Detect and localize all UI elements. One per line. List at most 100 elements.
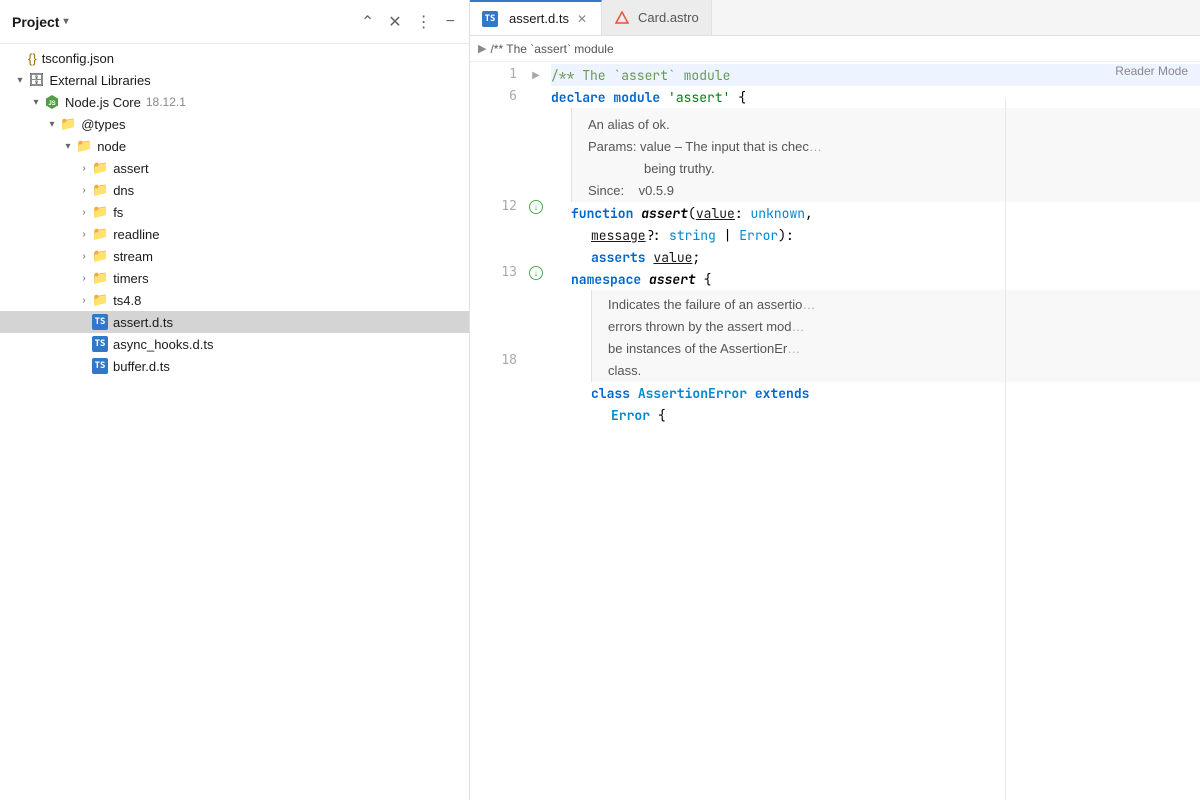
reader-mode-button[interactable]: Reader Mode bbox=[1115, 64, 1188, 78]
doc-line: be instances of the AssertionEr… bbox=[608, 338, 1184, 360]
sidebar: Project ▾ ⌃ ✕ ⋮ − {} tsconfig.json 🗄 Ext bbox=[0, 0, 470, 800]
collapse-icon bbox=[76, 163, 92, 174]
code-function-name: assert bbox=[641, 205, 688, 222]
sidebar-item-async-hooks[interactable]: TS async_hooks.d.ts bbox=[0, 333, 469, 355]
sidebar-item-assert-folder[interactable]: 📁 assert bbox=[0, 157, 469, 179]
sidebar-title: Project ▾ bbox=[12, 14, 69, 30]
expand-icon bbox=[60, 141, 76, 152]
code-column: Reader Mode /** The `assert` module decl… bbox=[547, 62, 1200, 800]
line-num-blank bbox=[470, 108, 517, 130]
close-sidebar-button[interactable]: ✕ bbox=[386, 10, 403, 34]
sidebar-item-timers[interactable]: 📁 timers bbox=[0, 267, 469, 289]
line-num: 13 bbox=[470, 262, 517, 284]
code-keyword: declare bbox=[551, 89, 606, 106]
doc-line: errors thrown by the assert mod… bbox=[608, 316, 1184, 338]
sidebar-item-node[interactable]: 📁 node bbox=[0, 135, 469, 157]
tab-assert[interactable]: TS assert.d.ts ✕ bbox=[470, 0, 602, 35]
main-content: TS assert.d.ts ✕ Card.astro ▶ /** The `a… bbox=[470, 0, 1200, 800]
code-param: message bbox=[591, 227, 646, 244]
sidebar-item-nodejs-core[interactable]: JS Node.js Core 18.12.1 bbox=[0, 91, 469, 113]
fold-arrow-icon[interactable]: ▶ bbox=[532, 70, 540, 81]
sidebar-item-fs[interactable]: 📁 fs bbox=[0, 201, 469, 223]
more-options-button[interactable]: ⋮ bbox=[414, 10, 434, 34]
collapse-icon bbox=[76, 251, 92, 262]
sidebar-item-ts48[interactable]: 📁 ts4.8 bbox=[0, 289, 469, 311]
code-param: value bbox=[653, 249, 692, 266]
code-class-name: AssertionError bbox=[638, 385, 747, 402]
tab-close-button[interactable]: ✕ bbox=[575, 11, 589, 27]
minimize-button[interactable]: − bbox=[444, 11, 457, 33]
breadcrumb-text: /** The `assert` module bbox=[490, 42, 613, 56]
gutter-column: ▶ ↓ ↓ bbox=[525, 62, 547, 800]
collapse-icon bbox=[76, 295, 92, 306]
code-line-12b: message ?: string | Error ): bbox=[551, 224, 1200, 246]
fold-icon[interactable]: ↓ bbox=[529, 266, 543, 280]
gutter-empty bbox=[525, 174, 547, 196]
code-class-name: Error bbox=[611, 407, 650, 424]
folder-icon: 📁 bbox=[92, 204, 108, 220]
sidebar-item-assert-dts[interactable]: TS assert.d.ts bbox=[0, 311, 469, 333]
code-line-12: function assert ( value : unknown , bbox=[551, 202, 1200, 224]
gutter-fold-13[interactable]: ↓ bbox=[525, 262, 547, 284]
external-libs-icon: 🗄 bbox=[28, 72, 45, 88]
expand-icon bbox=[12, 75, 28, 86]
sidebar-item-external-libraries[interactable]: 🗄 External Libraries bbox=[0, 69, 469, 91]
gutter-empty bbox=[525, 372, 547, 394]
gutter-empty bbox=[525, 218, 547, 240]
tab-label: assert.d.ts bbox=[509, 11, 569, 26]
sidebar-item-label: async_hooks.d.ts bbox=[113, 337, 213, 352]
folder-icon: 📁 bbox=[60, 116, 76, 132]
folder-icon: 📁 bbox=[92, 292, 108, 308]
breadcrumb-bar: ▶ /** The `assert` module bbox=[470, 36, 1200, 62]
project-chevron-icon: ▾ bbox=[63, 16, 68, 27]
doc-line: Indicates the failure of an assertio… bbox=[608, 294, 1184, 316]
ts-icon: TS bbox=[92, 314, 108, 330]
nodejs-icon: JS bbox=[44, 94, 60, 110]
tab-card-astro[interactable]: Card.astro bbox=[602, 0, 712, 35]
line-num-blank bbox=[470, 130, 517, 152]
gutter-empty bbox=[525, 130, 547, 152]
code-comment: /** The `assert` module bbox=[551, 67, 730, 84]
folder-icon: 📁 bbox=[92, 270, 108, 286]
code-keyword: function bbox=[571, 205, 633, 222]
line-num-blank bbox=[470, 306, 517, 328]
collapse-icon bbox=[76, 207, 92, 218]
gutter-empty bbox=[525, 86, 547, 108]
sidebar-item-stream[interactable]: 📁 stream bbox=[0, 245, 469, 267]
fold-icon[interactable]: ↓ bbox=[529, 200, 543, 214]
folder-icon: 📁 bbox=[92, 160, 108, 176]
sidebar-content: {} tsconfig.json 🗄 External Libraries JS bbox=[0, 44, 469, 800]
sidebar-item-readline[interactable]: 📁 readline bbox=[0, 223, 469, 245]
folder-icon: 📁 bbox=[76, 138, 92, 154]
sidebar-item-label: buffer.d.ts bbox=[113, 359, 170, 374]
astro-icon bbox=[614, 10, 630, 26]
gutter-arrow-1[interactable]: ▶ bbox=[525, 64, 547, 86]
code-type: Error bbox=[739, 227, 778, 244]
sidebar-item-dns[interactable]: 📁 dns bbox=[0, 179, 469, 201]
code-string: 'assert' bbox=[668, 89, 730, 106]
gutter-fold-12[interactable]: ↓ bbox=[525, 196, 547, 218]
sidebar-item-label: dns bbox=[113, 183, 134, 198]
code-type: string bbox=[669, 227, 716, 244]
line-num-blank bbox=[470, 284, 517, 306]
sidebar-item-label: Node.js Core bbox=[65, 95, 141, 110]
code-type: unknown bbox=[750, 205, 805, 222]
line-num-blank bbox=[470, 218, 517, 240]
gutter-empty bbox=[525, 284, 547, 306]
doc-line: Since: v0.5.9 bbox=[588, 180, 1184, 202]
gutter-empty bbox=[525, 240, 547, 262]
line-num: 18 bbox=[470, 350, 517, 372]
line-numbers-column: 1 6 12 13 18 bbox=[470, 62, 525, 800]
sidebar-item-label: timers bbox=[113, 271, 148, 286]
sidebar-item-buffer[interactable]: TS buffer.d.ts bbox=[0, 355, 469, 377]
doc-line: class. bbox=[608, 360, 1184, 382]
collapse-all-button[interactable]: ⌃ bbox=[359, 10, 376, 34]
sidebar-item-types[interactable]: 📁 @types bbox=[0, 113, 469, 135]
line-num-blank bbox=[470, 328, 517, 350]
ts-icon: TS bbox=[92, 336, 108, 352]
sidebar-item-tsconfig[interactable]: {} tsconfig.json bbox=[0, 48, 469, 69]
editor-wrapper: 1 6 12 13 18 bbox=[470, 62, 1200, 800]
code-keyword: module bbox=[613, 89, 660, 106]
folder-icon: 📁 bbox=[92, 226, 108, 242]
doc-line: An alias of ok. bbox=[588, 114, 1184, 136]
